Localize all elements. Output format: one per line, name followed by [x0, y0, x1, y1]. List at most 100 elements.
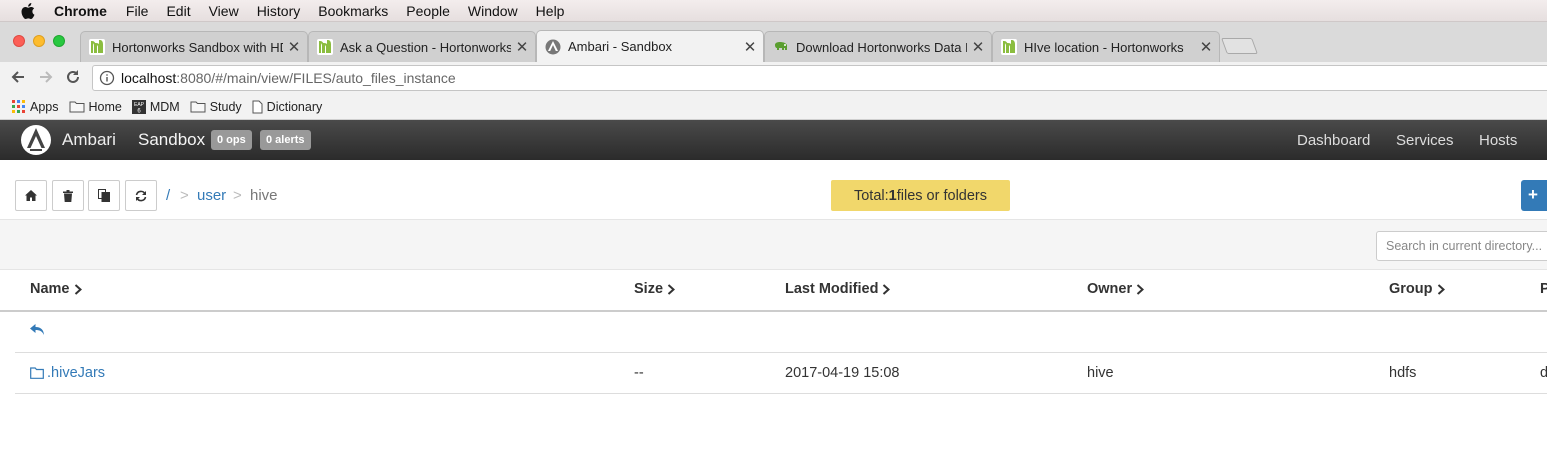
tab-title: Ask a Question - Hortonworks	[340, 39, 511, 55]
ambari-title[interactable]: Ambari	[62, 130, 116, 150]
hortonworks-leaf-icon	[89, 39, 105, 55]
reload-icon[interactable]	[63, 67, 83, 87]
tab-close-icon[interactable]: ✕	[515, 38, 529, 56]
apple-icon[interactable]	[21, 2, 35, 19]
tab-title: Download Hortonworks Data Platform	[796, 39, 967, 55]
tab-close-icon[interactable]: ✕	[287, 38, 301, 56]
ambari-logo-icon[interactable]	[20, 124, 52, 156]
tab-hive-location[interactable]: HIve location - Hortonworks ✕	[992, 31, 1220, 62]
column-label: P	[1540, 281, 1547, 297]
search-input[interactable]	[1376, 231, 1547, 261]
window-close-button[interactable]	[13, 35, 25, 47]
menu-people[interactable]: People	[406, 3, 450, 19]
home-button[interactable]	[15, 180, 47, 211]
bookmark-label: Home	[88, 99, 122, 114]
column-header-permissions[interactable]: P	[1540, 281, 1547, 297]
refresh-icon	[135, 190, 147, 201]
file-owner: hive	[1087, 365, 1114, 381]
nav-dashboard[interactable]: Dashboard	[1297, 132, 1370, 149]
tab-ask-a-question[interactable]: Ask a Question - Hortonworks ✕	[308, 31, 536, 62]
breadcrumb-separator: >	[233, 187, 242, 204]
delete-button[interactable]	[52, 180, 84, 211]
tab-title: Ambari - Sandbox	[568, 39, 673, 54]
address-bar[interactable]: localhost:8080/#/main/view/FILES/auto_fi…	[92, 65, 1547, 91]
breadcrumb-user[interactable]: user	[197, 187, 226, 204]
bookmark-apps[interactable]: Apps	[12, 99, 59, 114]
bookmark-dictionary[interactable]: Dictionary	[252, 99, 323, 114]
menu-file[interactable]: File	[126, 3, 149, 19]
nav-services[interactable]: Services	[1396, 132, 1454, 149]
chevron-right-icon	[74, 283, 82, 295]
column-label: Last Modified	[785, 281, 879, 297]
nav-hosts[interactable]: Hosts	[1479, 132, 1517, 149]
total-prefix: Total:	[853, 187, 889, 204]
bookmark-home[interactable]: Home	[69, 100, 122, 114]
ambari-header: Ambari Sandbox 0 ops 0 alerts Dashboard …	[0, 120, 1547, 160]
column-header-last-modified[interactable]: Last Modified	[785, 281, 891, 297]
forward-icon[interactable]	[36, 67, 56, 87]
menu-bookmarks[interactable]: Bookmarks	[318, 3, 388, 19]
site-info-icon[interactable]	[99, 70, 115, 86]
menu-help[interactable]: Help	[536, 3, 565, 19]
refresh-button[interactable]	[125, 180, 157, 211]
search-row	[0, 219, 1547, 270]
apps-grid-icon	[12, 99, 25, 113]
table-row[interactable]: .hiveJars -- 2017-04-19 15:08 hive hdfs …	[15, 353, 1547, 394]
tab-title: Hortonworks Sandbox with HDP	[112, 39, 283, 55]
hortonworks-leaf-icon	[317, 39, 333, 55]
bookmarks-bar: Apps Home EAP 6 MDM Study Dictionary	[0, 94, 1547, 120]
parent-directory-row[interactable]	[15, 312, 1547, 353]
file-group: hdfs	[1389, 365, 1417, 381]
alerts-badge[interactable]: 0 alerts	[260, 130, 311, 150]
tab-strip: Hortonworks Sandbox with HDP ✕ Ask a Que…	[0, 22, 1547, 62]
file-last-modified: 2017-04-19 15:08	[785, 365, 900, 381]
chevron-right-icon	[667, 283, 676, 295]
tab-hortonworks-sandbox[interactable]: Hortonworks Sandbox with HDP ✕	[80, 31, 308, 62]
bookmark-mdm[interactable]: EAP 6 MDM	[131, 99, 180, 114]
column-label: Group	[1389, 281, 1433, 297]
tab-close-icon[interactable]: ✕	[1199, 38, 1213, 56]
file-name-link[interactable]: .hiveJars	[30, 365, 105, 381]
chevron-right-icon	[1437, 283, 1445, 295]
back-icon[interactable]	[8, 67, 28, 87]
ambari-icon	[545, 39, 561, 54]
menu-edit[interactable]: Edit	[166, 3, 190, 19]
file-name: .hiveJars	[47, 365, 106, 381]
tab-close-icon[interactable]: ✕	[971, 38, 985, 56]
new-button-label: +	[1528, 185, 1538, 204]
window-minimize-button[interactable]	[33, 35, 45, 47]
tab-download-hdp[interactable]: Download Hortonworks Data Platform ✕	[764, 31, 992, 62]
column-header-group[interactable]: Group	[1389, 281, 1445, 297]
bookmark-label: Apps	[30, 99, 59, 114]
trash-icon	[63, 189, 73, 202]
window-zoom-button[interactable]	[53, 35, 65, 47]
folder-icon	[69, 101, 84, 113]
menu-window[interactable]: Window	[468, 3, 518, 19]
page-icon	[252, 100, 263, 113]
column-header-size[interactable]: Size	[634, 281, 676, 297]
home-icon	[25, 190, 37, 201]
copy-button[interactable]	[88, 180, 120, 211]
sap-icon: EAP6	[131, 99, 146, 114]
menu-app-name[interactable]: Chrome	[54, 3, 107, 19]
menu-view[interactable]: View	[209, 3, 239, 19]
total-suffix: files or folders	[896, 187, 987, 204]
tab-ambari-sandbox[interactable]: Ambari - Sandbox ✕	[536, 30, 764, 62]
column-header-owner[interactable]: Owner	[1087, 281, 1145, 297]
column-header-name[interactable]: Name	[30, 281, 82, 297]
bookmark-study[interactable]: Study	[190, 100, 242, 114]
cluster-name[interactable]: Sandbox	[138, 130, 205, 150]
bookmark-label: MDM	[149, 99, 180, 114]
bookmark-label: Dictionary	[266, 99, 323, 114]
menu-history[interactable]: History	[257, 3, 301, 19]
breadcrumb-root[interactable]: /	[166, 187, 170, 204]
tab-close-icon[interactable]: ✕	[743, 38, 757, 56]
column-label: Owner	[1087, 281, 1133, 297]
new-tab-button[interactable]	[1221, 38, 1258, 54]
reply-back-icon[interactable]	[30, 324, 45, 337]
folder-icon	[30, 367, 44, 379]
ops-badge[interactable]: 0 ops	[211, 130, 252, 150]
new-folder-button[interactable]: +	[1521, 180, 1547, 211]
table-header: Name Size Last Modified Owner Group P	[0, 270, 1547, 312]
chevron-right-icon	[883, 283, 891, 295]
